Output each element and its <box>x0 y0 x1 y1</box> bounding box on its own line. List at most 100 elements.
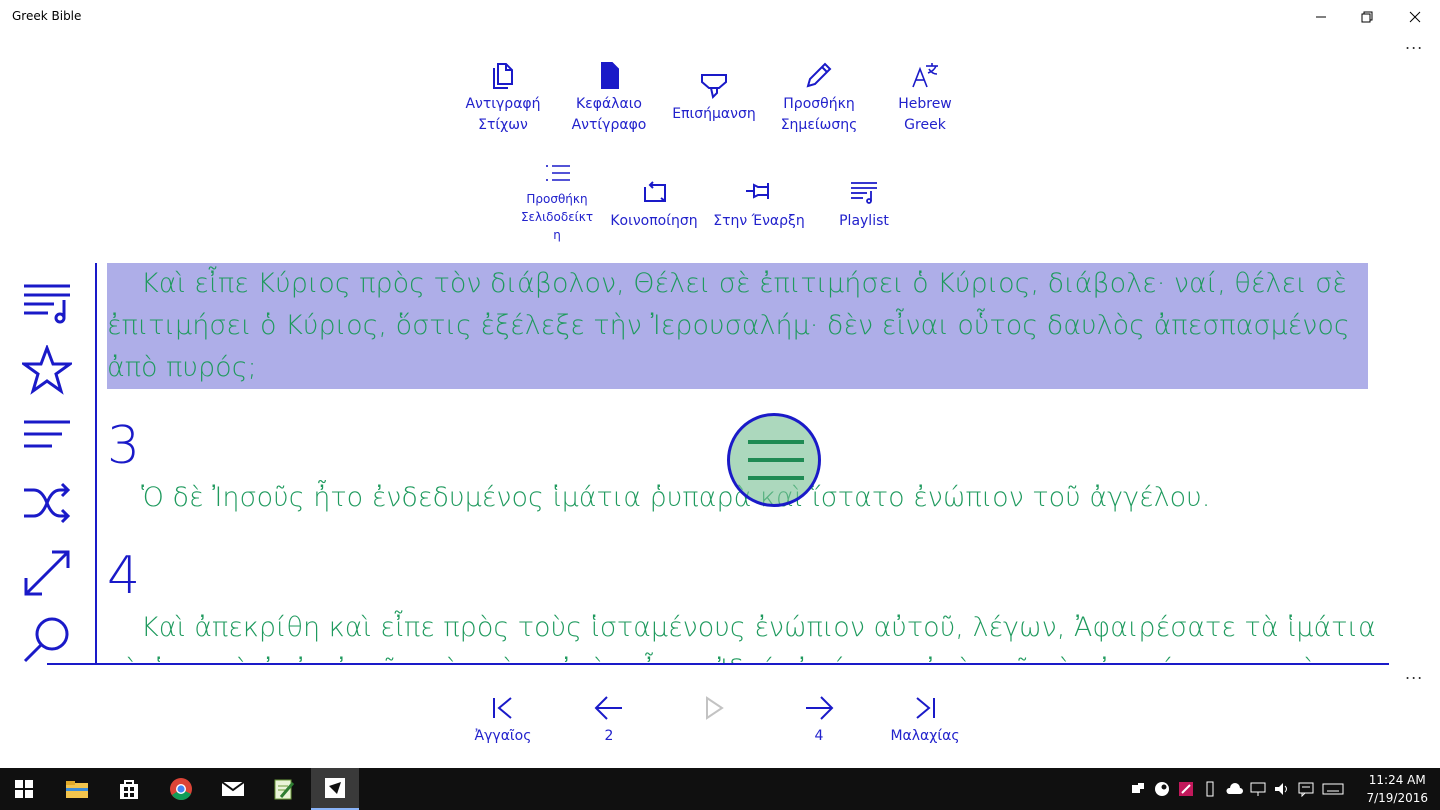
sidebar-fullscreen-button[interactable] <box>22 548 72 598</box>
windows-taskbar: 11:24 AM 7/19/2016 <box>0 768 1440 810</box>
tray-network-drive[interactable] <box>1126 768 1150 810</box>
taskbar-greek-bible[interactable] <box>311 768 359 810</box>
tray-keyboard[interactable] <box>1318 768 1348 810</box>
sidebar-search-button[interactable] <box>22 614 72 664</box>
taskbar-file-explorer[interactable] <box>53 768 101 810</box>
chapter-copy-label: Κεφάλαιο Αντίγραφο <box>571 96 647 133</box>
next-chapter-label: 4 <box>814 728 824 744</box>
close-button[interactable] <box>1392 0 1438 34</box>
share-label: Κοινοποίηση <box>610 213 698 229</box>
highlighter-icon <box>701 74 727 99</box>
skip-forward-icon <box>916 697 935 719</box>
taskbar-mail[interactable] <box>209 768 257 810</box>
star-icon <box>19 343 75 395</box>
playlist-icon <box>851 182 877 204</box>
document-icon <box>601 62 619 89</box>
taskbar-notepad[interactable] <box>260 768 308 810</box>
translate-icon <box>912 63 938 88</box>
pin-icon <box>746 183 769 199</box>
playlist-command-button[interactable]: Playlist <box>819 177 909 232</box>
network-icon <box>1250 782 1266 796</box>
play-icon <box>706 696 724 720</box>
store-icon <box>120 780 138 799</box>
clock-time: 11:24 AM <box>1368 773 1426 787</box>
app-tray-icon <box>1179 782 1193 796</box>
playlist-music-icon <box>24 284 70 324</box>
start-button[interactable] <box>0 768 48 810</box>
usb-icon <box>1206 781 1214 797</box>
sidebar-playlist-button[interactable] <box>22 278 72 328</box>
device-icon <box>1132 783 1144 793</box>
chrome-icon <box>170 778 192 800</box>
previous-chapter-label: 2 <box>604 728 614 744</box>
pencil-icon <box>806 62 832 88</box>
verse-number-4: 4 <box>107 546 141 606</box>
menu-fab-button[interactable] <box>727 413 821 507</box>
tray-app[interactable] <box>1174 768 1198 810</box>
volume-icon <box>1275 783 1287 795</box>
taskbar-store[interactable] <box>105 768 153 810</box>
highlight-button[interactable]: Επισήμανση <box>664 70 764 125</box>
copy-verses-label: Αντιγραφή Στίχων <box>465 96 541 133</box>
close-icon <box>1409 11 1421 23</box>
tray-network[interactable] <box>1246 768 1270 810</box>
add-note-button[interactable]: Προσθήκη Σημείωσης <box>769 60 869 136</box>
restore-button[interactable] <box>1344 0 1390 34</box>
last-book-button[interactable]: Μαλαχίας <box>880 694 970 744</box>
share-button[interactable]: Κοινοποίηση <box>604 177 704 232</box>
notepad-icon <box>274 779 295 800</box>
tray-usb[interactable] <box>1198 768 1222 810</box>
skip-back-icon <box>493 697 512 719</box>
file-explorer-icon <box>66 781 88 798</box>
mail-icon <box>221 781 245 796</box>
taskbar-chrome[interactable] <box>157 768 205 810</box>
last-book-label: Μαλαχίας <box>890 728 960 744</box>
tray-onedrive[interactable] <box>1222 768 1246 810</box>
chapter-copy-button[interactable]: Κεφάλαιο Αντίγραφο <box>564 60 654 136</box>
pin-start-button[interactable]: Στην Έναρξη <box>709 177 809 232</box>
next-chapter-button[interactable]: 4 <box>789 694 849 744</box>
search-icon <box>23 617 69 663</box>
first-book-button[interactable]: Ἀγγαῖος <box>462 694 544 744</box>
tray-notifications[interactable] <box>1294 768 1318 810</box>
arrow-right-icon <box>806 696 834 720</box>
add-note-label: Προσθήκη Σημείωσης <box>780 96 858 133</box>
tray-volume[interactable] <box>1270 768 1294 810</box>
copy-icon <box>493 63 513 89</box>
expand-icon <box>24 550 70 596</box>
greek-bible-window: Greek Bible ... Αντιγραφή Στίχων Κεφάλαιο… <box>0 0 1440 810</box>
keyboard-icon <box>1322 783 1344 795</box>
sidebar-contents-button[interactable] <box>22 410 72 460</box>
app-title: Greek Bible <box>12 9 82 23</box>
bottom-more-button[interactable]: ... <box>1405 664 1423 683</box>
share-icon <box>644 181 666 202</box>
shuffle-icon <box>24 482 71 524</box>
notification-icon <box>1298 782 1314 797</box>
clock-date: 7/19/2016 <box>1366 791 1428 805</box>
sidebar-shuffle-button[interactable] <box>22 478 72 528</box>
copy-verses-button[interactable]: Αντιγραφή Στίχων <box>458 60 548 136</box>
hebrew-greek-label: Hebrew Greek <box>898 96 952 133</box>
greek-bible-app-icon <box>325 778 345 798</box>
title-bar: Greek Bible <box>0 0 1440 34</box>
play-button[interactable] <box>684 694 744 722</box>
first-book-label: Ἀγγαῖος <box>474 728 532 744</box>
hebrew-greek-button[interactable]: Hebrew Greek <box>880 60 970 136</box>
list-icon <box>24 420 70 448</box>
windows-start-icon <box>15 780 33 798</box>
reader-bottom-divider <box>47 663 1389 665</box>
tray-steam[interactable] <box>1150 768 1174 810</box>
playlist-command-label: Playlist <box>839 213 889 229</box>
sidebar-favorites-button[interactable] <box>19 343 75 395</box>
minimize-icon <box>1316 16 1326 18</box>
verse-text-4[interactable]: Καὶ ἀπεκρίθη καὶ εἶπε πρὸς τοὺς ἱσταμένο… <box>107 607 1407 663</box>
restore-icon <box>1361 11 1373 23</box>
system-tray <box>1126 768 1348 810</box>
add-bookmark-button[interactable]: Προσθήκη Σελιδοδείκτ η <box>512 160 602 244</box>
sidebar-divider <box>95 263 97 665</box>
taskbar-clock[interactable]: 11:24 AM 7/19/2016 <box>1366 771 1428 807</box>
minimize-button[interactable] <box>1298 0 1344 34</box>
previous-chapter-button[interactable]: 2 <box>579 694 639 744</box>
highlighted-verse[interactable]: Καὶ εἶπε Κύριος πρὸς τὸν διάβολον, Θέλει… <box>107 263 1368 389</box>
top-more-button[interactable]: ... <box>1405 34 1423 53</box>
